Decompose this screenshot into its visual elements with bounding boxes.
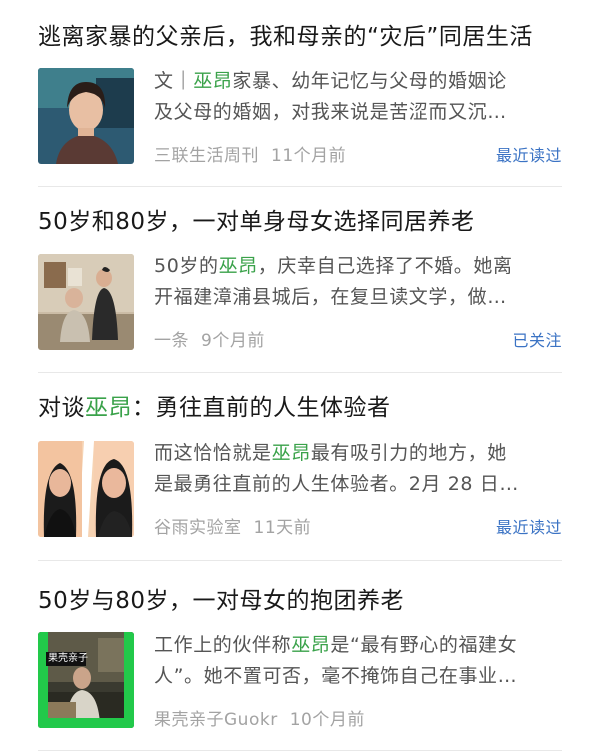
divider (38, 186, 562, 187)
result-title[interactable]: 对谈巫昂：勇往直前的人生体验者 (38, 393, 391, 423)
result-title[interactable]: 50岁与80岁，一对母女的抱团养老 (38, 586, 404, 616)
result-source: 果壳亲子Guokr 10个月前 (154, 705, 365, 730)
result-title[interactable]: 50岁和80岁，一对单身母女选择同居养老 (38, 207, 475, 237)
source-name: 谷雨实验室 (154, 518, 242, 538)
result-title[interactable]: 逃离家暴的父亲后，我和母亲的“灾后”同居生活 (38, 22, 533, 52)
result-snippet: 50岁的巫昂，庆幸自己选择了不婚。她离 开福建漳浦县城后，在复旦读文学，做… (154, 255, 513, 308)
publish-time: 11天前 (253, 518, 312, 538)
source-name: 果壳亲子Guokr (154, 710, 278, 730)
divider (38, 372, 562, 373)
result-source: 三联生活周刊 11个月前 (154, 141, 346, 166)
result-source: 谷雨实验室 11天前 (154, 513, 311, 538)
recently-read-badge: 最近读过 (495, 518, 562, 537)
guokr-video-photo-icon[interactable]: 果壳亲子 (38, 632, 134, 728)
publish-time: 10个月前 (289, 710, 365, 730)
result-snippet: 而这恰恰就是巫昂最有吸引力的地方，她 是最勇往直前的人生体验者。2月 28 日… (154, 442, 519, 495)
recently-read-badge: 最近读过 (495, 146, 562, 165)
followed-badge[interactable]: 已关注 (512, 327, 562, 351)
publish-time: 11个月前 (271, 146, 347, 166)
result-snippet: 文｜巫昂家暴、幼年记忆与父母的婚姻论 及父母的婚姻，对我来说是苦涩而又沉… (154, 70, 507, 123)
source-name: 三联生活周刊 (154, 146, 259, 166)
mother-daughter-photo-icon[interactable] (38, 254, 134, 350)
divider (38, 560, 562, 561)
source-name: 一条 (154, 331, 189, 351)
search-results-feed: 逃离家暴的父亲后，我和母亲的“灾后”同居生活 文｜巫昂家暴、幼年记忆与父母的婚姻… (0, 0, 600, 753)
divider (38, 750, 562, 751)
thumbnail-label: 果壳亲子 (48, 653, 88, 664)
publish-time: 9个月前 (201, 331, 265, 351)
result-snippet: 工作上的伙伴称巫昂是“最有野心的福建女 人”。她不置可否，毫不掩饰自己在事业… (154, 634, 518, 687)
result-source: 一条 9个月前 (154, 326, 265, 351)
portrait-photo-icon[interactable] (38, 68, 134, 164)
two-portraits-icon[interactable] (38, 441, 134, 537)
